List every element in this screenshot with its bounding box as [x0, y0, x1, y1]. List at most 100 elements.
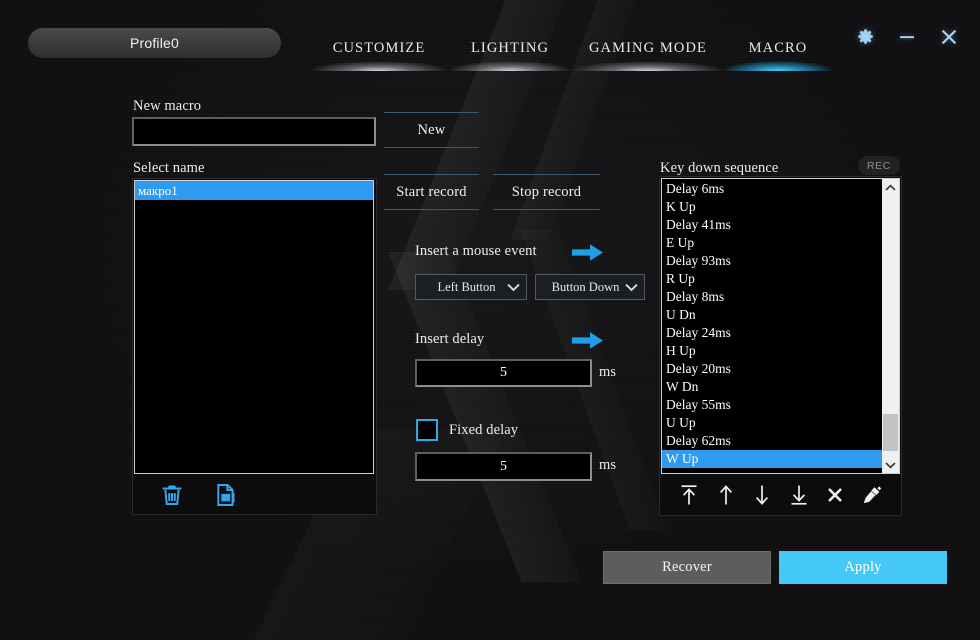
- macro-list[interactable]: макро1: [134, 180, 374, 474]
- scroll-track[interactable]: [882, 196, 899, 456]
- sequence-entry: Delay 6ms: [666, 181, 725, 196]
- clear-all-icon[interactable]: [860, 483, 884, 507]
- move-down-icon[interactable]: [750, 483, 774, 507]
- start-record-button-label: Start record: [396, 183, 467, 200]
- fixed-delay-checkbox[interactable]: [416, 419, 438, 441]
- insert-mouse-event-arrow-icon[interactable]: [572, 243, 603, 262]
- fixed-delay-unit: ms: [599, 457, 617, 473]
- delete-entry-icon[interactable]: [823, 485, 847, 505]
- stop-record-button-label: Stop record: [511, 183, 582, 200]
- sequence-entry: E Up: [666, 235, 695, 250]
- sequence-entry: K Up: [666, 199, 696, 214]
- new-macro-label: New macro: [133, 98, 202, 114]
- move-to-top-icon[interactable]: [677, 483, 701, 507]
- insert-delay-input[interactable]: [415, 359, 592, 387]
- tab-underline: [310, 61, 448, 71]
- sequence-entry: H Up: [666, 343, 696, 358]
- mouse-button-select[interactable]: Left Button: [415, 274, 527, 300]
- new-macro-button-label: New: [417, 121, 446, 138]
- list-item[interactable]: R Up: [662, 270, 882, 288]
- move-to-bottom-icon[interactable]: [787, 483, 811, 507]
- list-item[interactable]: Delay 20ms: [662, 360, 882, 378]
- list-item[interactable]: Delay 41ms: [662, 216, 882, 234]
- macro-list-toolbar: [134, 476, 374, 513]
- chevron-down-icon: [507, 283, 520, 292]
- rec-badge-label: REC: [867, 159, 891, 172]
- tab-bar: CUSTOMIZE LIGHTING GAMING MODE MACRO: [310, 40, 832, 71]
- select-name-label: Select name: [133, 160, 205, 176]
- settings-button[interactable]: [850, 24, 880, 50]
- scroll-thumb[interactable]: [883, 414, 898, 451]
- sequence-entry: Delay 62ms: [666, 433, 731, 448]
- key-sequence-title: Key down sequence: [660, 160, 779, 176]
- mouse-action-select[interactable]: Button Down: [535, 274, 645, 300]
- tab-underline: [448, 61, 572, 71]
- profile-selector[interactable]: Profile0: [28, 28, 281, 58]
- tab-lighting-label: LIGHTING: [470, 40, 550, 56]
- gear-icon: [857, 28, 873, 44]
- minimize-button[interactable]: [892, 24, 922, 50]
- start-record-button[interactable]: Start record: [384, 174, 479, 210]
- recover-button-label: Recover: [662, 559, 712, 575]
- list-item[interactable]: Delay 8ms: [662, 288, 882, 306]
- tab-macro[interactable]: MACRO: [724, 40, 832, 71]
- app-window: Profile0 CUSTOMIZE LIGHTING GAMING MODE …: [0, 0, 980, 640]
- sequence-entry: Delay 8ms: [666, 289, 725, 304]
- tab-lighting[interactable]: LIGHTING: [448, 40, 572, 71]
- list-item[interactable]: Delay 6ms: [662, 180, 882, 198]
- close-button[interactable]: [934, 24, 964, 50]
- list-item[interactable]: Delay 55ms: [662, 396, 882, 414]
- recover-button[interactable]: Recover: [603, 551, 771, 584]
- background-chevron-2: [388, 252, 582, 582]
- close-x-icon: [828, 488, 843, 502]
- delete-macro-icon[interactable]: [158, 481, 186, 509]
- arrow-right-icon: [572, 244, 603, 261]
- move-up-icon[interactable]: [714, 483, 738, 507]
- tab-underline: [572, 61, 724, 71]
- list-item[interactable]: Delay 62ms: [662, 432, 882, 450]
- list-item[interactable]: U Up: [662, 414, 882, 432]
- tab-customize[interactable]: CUSTOMIZE: [310, 40, 448, 71]
- sequence-entry: Delay 20ms: [666, 361, 731, 376]
- list-item-selected[interactable]: W Up: [662, 450, 882, 468]
- scroll-down-button[interactable]: [882, 456, 899, 473]
- close-icon: [941, 29, 957, 45]
- key-sequence-toolbar: [661, 476, 900, 514]
- broom-icon: [863, 486, 882, 504]
- insert-delay-label: Insert delay: [415, 331, 485, 347]
- chevron-up-icon: [885, 183, 896, 191]
- scroll-up-button[interactable]: [882, 179, 899, 196]
- key-sequence-box: Delay 6ms K Up Delay 41ms E Up Delay 93m…: [661, 178, 900, 474]
- sequence-entry: U Up: [666, 415, 696, 430]
- sequence-entry: Delay 55ms: [666, 397, 731, 412]
- list-item[interactable]: K Up: [662, 198, 882, 216]
- sequence-scrollbar[interactable]: [882, 179, 899, 473]
- list-item[interactable]: макро1: [135, 181, 373, 200]
- mouse-action-select-value: Button Down: [551, 279, 620, 294]
- fixed-delay-input[interactable]: [415, 452, 592, 481]
- chevron-down-icon: [885, 461, 896, 469]
- tab-customize-label: CUSTOMIZE: [332, 40, 426, 56]
- sequence-entry: Delay 41ms: [666, 217, 731, 232]
- mouse-button-select-value: Left Button: [437, 279, 496, 294]
- rename-macro-icon[interactable]: [212, 481, 240, 509]
- list-item[interactable]: Delay 93ms: [662, 252, 882, 270]
- arrow-right-icon: [572, 332, 603, 349]
- insert-delay-arrow-icon[interactable]: [572, 331, 603, 350]
- list-item[interactable]: E Up: [662, 234, 882, 252]
- list-item[interactable]: H Up: [662, 342, 882, 360]
- key-sequence-list[interactable]: Delay 6ms K Up Delay 41ms E Up Delay 93m…: [662, 179, 882, 473]
- list-item[interactable]: W Dn: [662, 378, 882, 396]
- apply-button[interactable]: Apply: [779, 551, 947, 584]
- list-item[interactable]: U Dn: [662, 306, 882, 324]
- stop-record-button[interactable]: Stop record: [493, 174, 600, 210]
- macro-name: макро1: [138, 182, 178, 198]
- tab-gaming-mode[interactable]: GAMING MODE: [572, 40, 724, 71]
- list-item[interactable]: Delay 24ms: [662, 324, 882, 342]
- window-controls: [850, 24, 964, 50]
- sequence-entry: Delay 24ms: [666, 325, 731, 340]
- minimize-icon: [900, 36, 914, 39]
- new-macro-input[interactable]: [132, 117, 376, 146]
- tab-gaming-mode-label: GAMING MODE: [588, 40, 708, 56]
- new-macro-button[interactable]: New: [384, 112, 479, 148]
